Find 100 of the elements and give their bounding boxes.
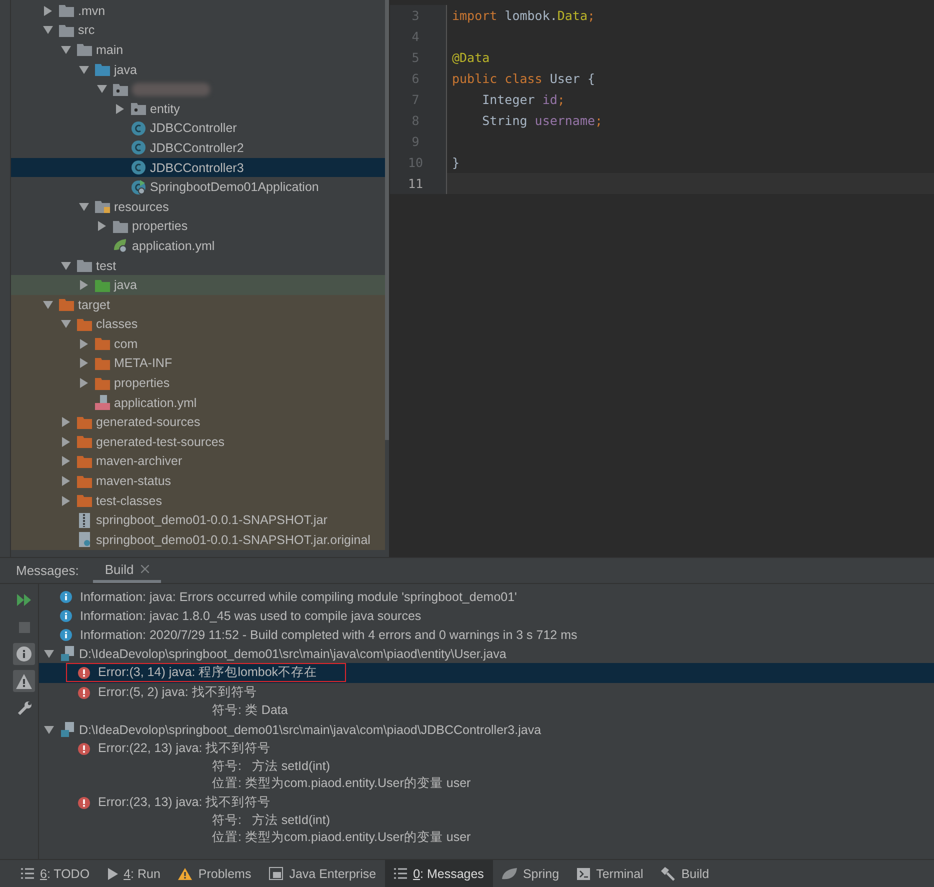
expand-arrow-icon[interactable]: [79, 202, 89, 211]
collapse-arrow-icon[interactable]: [62, 436, 70, 447]
tree-label: test-classes: [96, 494, 162, 508]
tool-window-tab[interactable]: Build: [652, 860, 718, 887]
error-item[interactable]: Error:(23, 13) java: 找不到符号 符号: 方法 setId(int) 位置: 类型为com.piaod.entity.User的变量 user: [39, 793, 934, 847]
tree-item[interactable]: generated-sources: [11, 412, 385, 432]
tree-item[interactable]: properties: [11, 373, 385, 393]
tree-item[interactable]: JDBCController3: [11, 158, 385, 178]
tree-item[interactable]: src: [11, 20, 385, 40]
tree-item[interactable]: maven-status: [11, 471, 385, 491]
file-node[interactable]: D:\IdeaDevolop\springboot_demo01\src\main\java\com\piaod\JDBCController3.java: [39, 720, 934, 739]
warning-filter-button[interactable]: [13, 670, 35, 692]
expand-arrow-icon[interactable]: [61, 262, 71, 270]
tool-window-tab[interactable]: Java Enterprise: [260, 860, 386, 887]
collapse-arrow-icon[interactable]: [80, 358, 88, 368]
collapse-arrow-icon[interactable]: [116, 104, 124, 114]
error-item[interactable]: Error:(5, 2) java: 找不到符号 符号: 类 Data: [39, 683, 934, 720]
tool-window-tab[interactable]: Spring: [492, 860, 568, 887]
error-detail: 符号: 类 Data: [211, 702, 289, 719]
collapse-arrow-icon[interactable]: [62, 456, 70, 466]
error-message: Error:(22, 13) java: 找不到符号: [98, 740, 271, 757]
tree-label: generated-sources: [96, 415, 200, 430]
expand-arrow-icon[interactable]: [44, 648, 54, 658]
expand-arrow-icon[interactable]: [44, 724, 54, 734]
tree-item[interactable]: properties: [11, 216, 385, 236]
tree-item[interactable]: springboot_demo01-0.0.1-SNAPSHOT.jar.original: [11, 530, 385, 550]
collapse-arrow-icon[interactable]: [80, 338, 88, 349]
tool-window-tab[interactable]: 6: TODO: [12, 860, 99, 887]
folder-icon: [77, 43, 92, 56]
tree-label: properties: [132, 219, 188, 234]
tree-item[interactable]: META-INF: [11, 354, 385, 374]
tool-window-tab[interactable]: 0: Messages: [385, 860, 493, 887]
close-icon[interactable]: [140, 565, 149, 573]
tree-item[interactable]: classes: [11, 314, 385, 334]
tool-window-tab[interactable]: 4: Run: [98, 860, 170, 887]
tree-item[interactable]: JDBCController: [11, 118, 385, 138]
expand-arrow-icon[interactable]: [43, 26, 53, 34]
tree-label: com: [114, 336, 138, 351]
file-node[interactable]: D:\IdeaDevolop\springboot_demo01\src\main\java\com\piaod\entity\User.java: [39, 644, 934, 663]
tree-item[interactable]: resources: [11, 196, 385, 217]
code-line: import lombok.Data;: [451, 8, 596, 23]
tree-item[interactable]: test: [11, 256, 385, 276]
tab-label: Build: [104, 562, 134, 576]
tree-item[interactable]: target: [11, 294, 385, 314]
tree-item[interactable]: java: [11, 275, 385, 295]
expand-arrow-icon[interactable]: [61, 320, 71, 328]
file-icon: [77, 532, 92, 548]
tree-item[interactable]: SpringbootDemo01Application: [11, 177, 385, 197]
collapse-arrow-icon[interactable]: [80, 378, 88, 388]
tree-item[interactable]: .mvn: [11, 1, 385, 21]
tree-label: resources: [114, 200, 169, 214]
tree-item[interactable]: com: [11, 334, 385, 354]
tree-label: classes: [96, 317, 138, 332]
tree-label: src: [78, 23, 95, 38]
tool-window-tab[interactable]: Problems: [169, 860, 260, 887]
expand-arrow-icon[interactable]: [79, 66, 89, 74]
collapse-arrow-icon[interactable]: [62, 476, 70, 486]
folder-icon: [59, 298, 74, 312]
terminal-icon: [577, 868, 590, 880]
tree-label: application.yml: [132, 238, 215, 253]
tree-item[interactable]: java: [11, 60, 385, 80]
expand-arrow-icon[interactable]: [43, 300, 53, 309]
tree-item[interactable]: springboot_demo01-0.0.1-SNAPSHOT.jar: [11, 510, 385, 530]
expand-arrow-icon[interactable]: [61, 46, 71, 54]
expand-arrow-icon[interactable]: [97, 85, 107, 94]
list-icon: [21, 868, 34, 879]
info-icon: [16, 646, 32, 662]
file-path: D:\IdeaDevolop\springboot_demo01\src\main\java\com\piaod\entity\User.java: [79, 646, 506, 660]
java-file-icon: [61, 722, 75, 737]
warning-icon: [16, 674, 32, 688]
collapse-arrow-icon[interactable]: [62, 496, 70, 506]
error-item[interactable]: Error:(22, 13) java: 找不到符号 符号: 方法 setId(int) 位置: 类型为com.piaod.entity.User的变量 user: [39, 739, 934, 793]
collapse-arrow-icon[interactable]: [98, 221, 106, 232]
tree-item[interactable]: JDBCController2: [11, 138, 385, 158]
leaf-icon: [502, 868, 517, 880]
tree-label: springboot_demo01-0.0.1-SNAPSHOT.jar: [96, 513, 328, 528]
folder-icon: [77, 454, 92, 468]
tree-item[interactable]: main: [11, 40, 385, 60]
tree-item[interactable]: maven-archiver: [11, 452, 385, 472]
tool-window-tab[interactable]: Terminal: [568, 860, 652, 887]
tree-item[interactable]: entity: [11, 98, 385, 119]
tree-item[interactable]: generated-test-sources: [11, 432, 385, 452]
tree-label: target: [78, 298, 110, 312]
tree-label: springboot_demo01-0.0.1-SNAPSHOT.jar.original: [96, 532, 370, 547]
tree-item[interactable]: application.yml: [11, 392, 385, 412]
info-message: Information: java: Errors occurred while compiling module 'springboot_demo01': [80, 590, 517, 604]
collapse-arrow-icon[interactable]: [44, 6, 52, 16]
info-filter-button[interactable]: [13, 643, 35, 665]
folder-icon: [95, 200, 110, 214]
tree-item[interactable]: test-classes: [11, 490, 385, 510]
scrollbar[interactable]: [385, 0, 389, 440]
window-icon: [269, 867, 284, 880]
folder-icon: [95, 63, 110, 76]
collapse-arrow-icon[interactable]: [62, 417, 70, 428]
error-item[interactable]: Error:(3, 14) java: 程序包lombok不存在: [39, 663, 934, 683]
panel-title: Messages:: [16, 562, 79, 580]
play-icon: [108, 868, 118, 880]
collapse-arrow-icon[interactable]: [80, 280, 88, 290]
spring-leaf-icon: [113, 238, 128, 254]
tree-item[interactable]: application.yml: [11, 236, 385, 256]
